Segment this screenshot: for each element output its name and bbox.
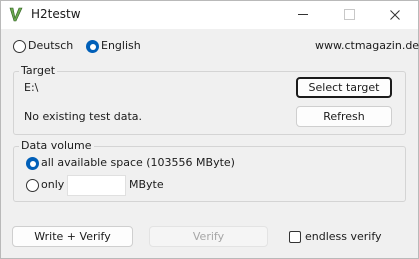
data-volume-group-label: Data volume xyxy=(19,139,94,152)
close-icon[interactable] xyxy=(372,1,418,29)
mbyte-input[interactable] xyxy=(67,175,126,196)
verify-button: Verify xyxy=(149,226,268,247)
radio-english[interactable] xyxy=(86,40,99,53)
app-icon xyxy=(9,7,23,22)
write-verify-button[interactable]: Write + Verify xyxy=(12,226,133,247)
endless-verify-label[interactable]: endless verify xyxy=(305,230,382,243)
mbyte-unit-label: MByte xyxy=(129,178,164,191)
select-target-button[interactable]: Select target xyxy=(296,77,392,98)
radio-all-space-label[interactable]: all available space (103556 MByte) xyxy=(41,156,235,169)
refresh-button[interactable]: Refresh xyxy=(296,106,392,127)
website-label: www.ctmagazin.de xyxy=(315,39,419,52)
window-title: H2testw xyxy=(31,7,81,21)
target-path: E:\ xyxy=(24,81,39,94)
radio-deutsch[interactable] xyxy=(13,40,26,53)
endless-verify-checkbox[interactable] xyxy=(289,231,301,243)
radio-english-label[interactable]: English xyxy=(101,39,141,52)
radio-only[interactable] xyxy=(26,179,39,192)
radio-deutsch-label[interactable]: Deutsch xyxy=(28,39,73,52)
target-status: No existing test data. xyxy=(24,110,143,123)
maximize-icon xyxy=(326,1,372,29)
radio-only-label[interactable]: only xyxy=(41,178,64,191)
target-group-label: Target xyxy=(19,64,58,77)
h2testw-window: H2testw Deutsch English www.ctmagazin.de… xyxy=(0,0,419,259)
minimize-icon[interactable] xyxy=(280,1,326,29)
title-bar[interactable]: H2testw xyxy=(1,1,418,29)
radio-all-space[interactable] xyxy=(26,157,39,170)
